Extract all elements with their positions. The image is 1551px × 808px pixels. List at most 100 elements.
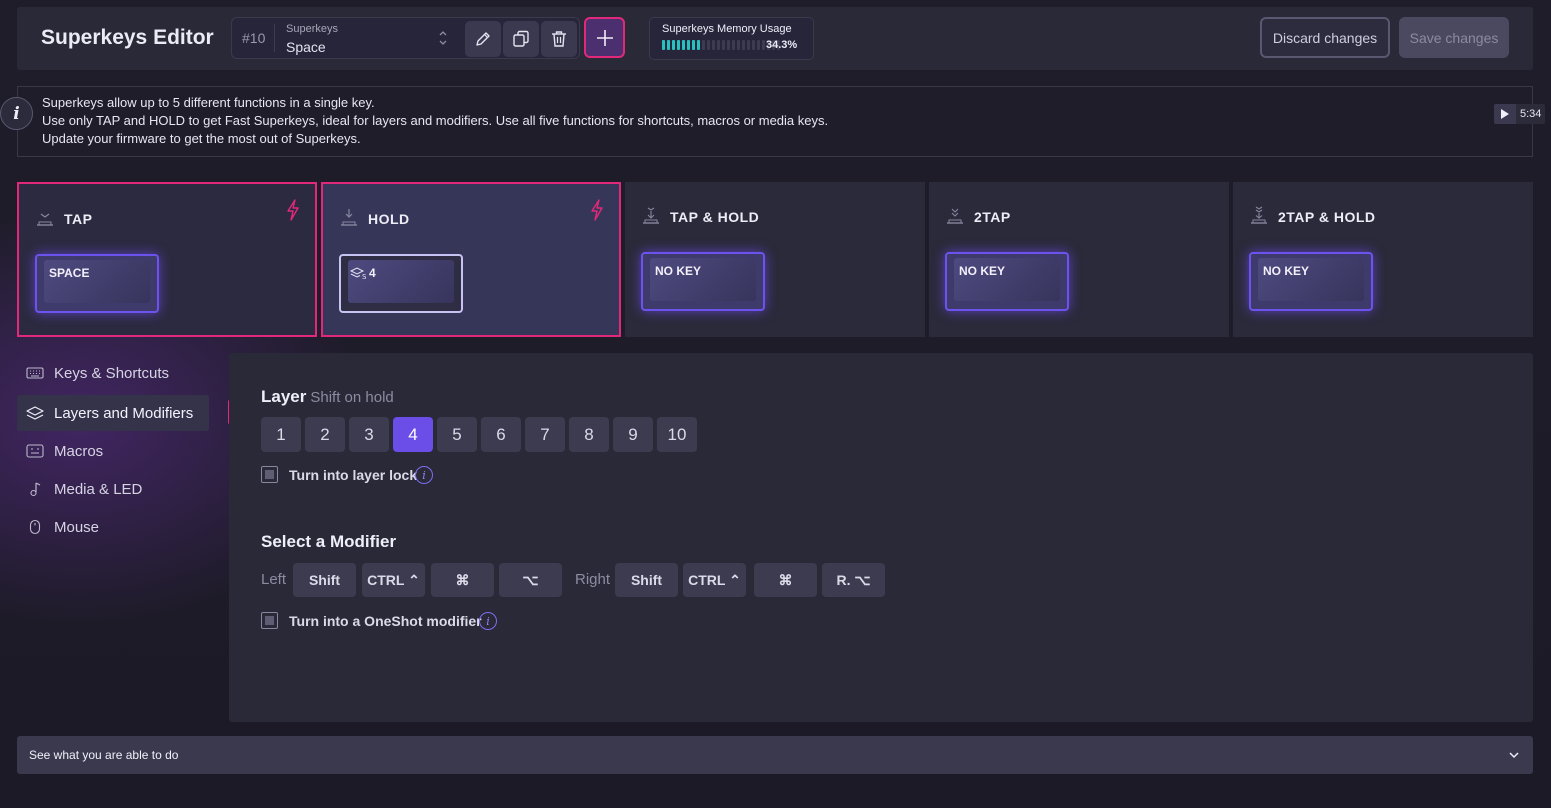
layer-button-7[interactable]: 7	[525, 417, 565, 452]
rename-button[interactable]	[465, 21, 501, 57]
video-tutorial-button[interactable]: 5:34	[1494, 104, 1547, 124]
memory-usage-label: Superkeys Memory Usage	[662, 23, 792, 35]
memory-meter-segment	[742, 40, 745, 50]
memory-meter-segment	[762, 40, 765, 50]
add-superkey-button[interactable]	[584, 17, 625, 58]
copy-icon	[513, 30, 529, 47]
left-shift-button[interactable]: Shift	[293, 563, 356, 597]
layer-button-4[interactable]: 4	[393, 417, 433, 452]
function-title: TAP & HOLD	[670, 209, 760, 225]
right-command-button[interactable]: ⌘	[754, 563, 817, 597]
layer-button-5[interactable]: 5	[437, 417, 477, 452]
layer-button-1[interactable]: 1	[261, 417, 301, 452]
chevron-down-icon	[1509, 752, 1519, 759]
app-title: Superkeys Editor	[41, 26, 214, 49]
layer-lock-label: Turn into layer lock	[289, 467, 418, 483]
memory-meter-segment	[727, 40, 730, 50]
selector-divider	[274, 24, 275, 52]
play-icon	[1494, 104, 1516, 124]
sidebar-item-mouse[interactable]: Mouse	[17, 509, 209, 545]
layer-button-8[interactable]: 8	[569, 417, 609, 452]
help-accordion-label: See what you are able to do	[29, 748, 179, 762]
layers-modifiers-panel: Layer Shift on hold 1 2 3 4 5 6 7 8 9 10 …	[229, 353, 1533, 722]
key-preview[interactable]: NO KEY	[641, 252, 765, 311]
layer-button-2[interactable]: 2	[305, 417, 345, 452]
selector-value: Space	[286, 39, 326, 55]
delete-button[interactable]	[541, 21, 577, 57]
layer-section-title: Layer Shift on hold	[261, 387, 394, 407]
info-icon: i	[0, 97, 33, 130]
double-tap-icon	[947, 208, 963, 224]
layer-button-6[interactable]: 6	[481, 417, 521, 452]
key-label: NO KEY	[1263, 264, 1310, 278]
save-changes-button[interactable]: Save changes	[1399, 17, 1509, 58]
right-option-button[interactable]: R. ⌥	[822, 563, 885, 597]
discard-changes-button[interactable]: Discard changes	[1260, 17, 1390, 58]
key-preview[interactable]: S 4	[339, 254, 463, 313]
left-ctrl-button[interactable]: CTRL ⌃	[362, 563, 425, 597]
key-label: NO KEY	[959, 264, 1006, 278]
trash-icon	[552, 31, 566, 47]
sidebar-item-label: Keys & Shortcuts	[54, 364, 170, 382]
layer-lock-checkbox[interactable]	[261, 466, 278, 483]
function-card-2tap[interactable]: 2TAP NO KEY	[929, 182, 1229, 337]
mouse-icon	[26, 519, 44, 535]
info-icon[interactable]: i	[415, 466, 433, 484]
layer-button-9[interactable]: 9	[613, 417, 653, 452]
oneshot-checkbox[interactable]	[261, 612, 278, 629]
function-title: 2TAP & HOLD	[1278, 209, 1376, 225]
function-title: HOLD	[368, 211, 410, 227]
key-preview[interactable]: NO KEY	[945, 252, 1069, 311]
sidebar-item-keys-shortcuts[interactable]: Keys & Shortcuts	[17, 355, 209, 391]
layer-button-3[interactable]: 3	[349, 417, 389, 452]
duplicate-button[interactable]	[503, 21, 539, 57]
hold-icon	[341, 209, 357, 226]
memory-usage-percent: 34.3%	[766, 39, 798, 51]
pencil-icon	[476, 32, 490, 46]
right-ctrl-button[interactable]: CTRL ⌃	[683, 563, 746, 597]
sidebar-item-layers-modifiers[interactable]: Layers and Modifiers	[17, 395, 209, 431]
macros-icon	[26, 443, 44, 459]
memory-meter-segment	[677, 40, 680, 50]
info-line-1: Superkeys allow up to 5 different functi…	[42, 95, 375, 110]
memory-meter-segment	[692, 40, 695, 50]
double-tap-hold-icon	[1251, 206, 1267, 224]
help-accordion[interactable]: See what you are able to do	[17, 736, 1533, 774]
left-command-button[interactable]: ⌘	[431, 563, 494, 597]
tap-icon	[37, 213, 53, 226]
key-label: NO KEY	[655, 264, 702, 278]
sidebar-item-label: Layers and Modifiers	[54, 404, 194, 422]
left-modifier-label: Left	[261, 571, 287, 588]
memory-meter-segment	[697, 40, 700, 50]
function-title: TAP	[64, 211, 93, 227]
right-modifier-label: Right	[575, 571, 611, 588]
sidebar-item-media-led[interactable]: Media & LED	[17, 471, 209, 507]
keyboard-icon	[26, 365, 44, 381]
key-preview[interactable]: SPACE	[35, 254, 159, 313]
function-card-tap[interactable]: TAP SPACE	[17, 182, 317, 337]
memory-meter-segment	[662, 40, 665, 50]
function-card-2tap-hold[interactable]: 2TAP & HOLD NO KEY	[1233, 182, 1533, 337]
layer-button-10[interactable]: 10	[657, 417, 697, 452]
memory-usage-meter	[662, 40, 780, 50]
info-icon[interactable]: i	[479, 612, 497, 630]
lightning-icon	[287, 199, 299, 221]
memory-meter-segment	[672, 40, 675, 50]
function-card-hold[interactable]: HOLD S 4	[321, 182, 621, 337]
memory-usage: Superkeys Memory Usage 34.3%	[649, 17, 814, 60]
lightning-icon	[591, 199, 603, 221]
selector-label: Superkeys	[286, 23, 338, 35]
sidebar-item-macros[interactable]: Macros	[17, 433, 209, 469]
right-shift-button[interactable]: Shift	[615, 563, 678, 597]
function-card-tap-hold[interactable]: TAP & HOLD NO KEY	[625, 182, 925, 337]
oneshot-label: Turn into a OneShot modifier	[289, 613, 482, 629]
function-title: 2TAP	[974, 209, 1011, 225]
left-option-button[interactable]: ⌥	[499, 563, 562, 597]
svg-text:S: S	[362, 273, 367, 280]
key-preview[interactable]: NO KEY	[1249, 252, 1373, 311]
header-bar: Superkeys Editor #10 Superkeys Space Sup…	[17, 7, 1533, 70]
layer-title: Layer	[261, 387, 307, 406]
memory-meter-segment	[747, 40, 750, 50]
memory-meter-segment	[712, 40, 715, 50]
sidebar-item-label: Media & LED	[54, 480, 143, 498]
